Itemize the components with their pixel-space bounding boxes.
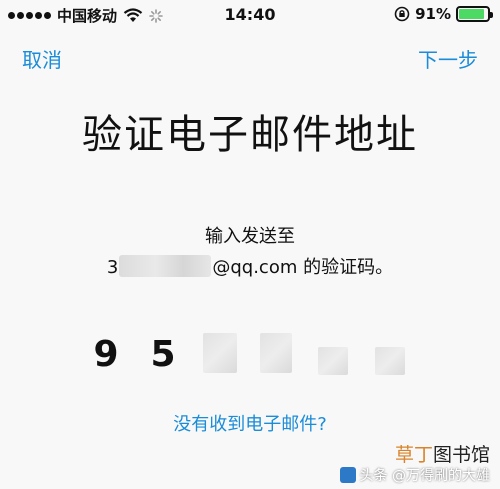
- email-prefix: 3: [106, 257, 119, 278]
- code-digit-6-redacted: [375, 347, 405, 375]
- site-watermark-part2: 图书馆: [432, 444, 490, 466]
- toutiao-logo-icon: [339, 467, 356, 483]
- source-watermark: 头条 @万得刷的大雄: [339, 465, 490, 485]
- battery-fill: [459, 9, 485, 19]
- email-suffix: @qq.com 的验证码。: [212, 257, 394, 278]
- verify-email-screen: 中国移动 14:40 91% 取消 下一步 验证电子邮件地址 输入发送至 3 @…: [0, 0, 500, 489]
- description-line-2: 3 @qq.com 的验证码。: [0, 253, 500, 279]
- status-bar: 中国移动 14:40 91%: [0, 0, 500, 30]
- code-digit-3-redacted: [203, 333, 237, 373]
- status-bar-right: 91%: [394, 5, 493, 23]
- verification-code-field[interactable]: 9 5: [0, 333, 500, 383]
- description-line-1: 输入发送至: [205, 226, 295, 247]
- cancel-button[interactable]: 取消: [22, 44, 62, 73]
- email-redacted-blur: [119, 255, 212, 277]
- lock-rotate-icon: [394, 6, 410, 22]
- code-digit-2: 5: [150, 334, 176, 375]
- code-digit-1: 9: [93, 334, 119, 375]
- code-digit-4-redacted: [260, 333, 292, 373]
- code-digit-5-redacted: [318, 347, 348, 375]
- page-title: 验证电子邮件地址: [82, 112, 418, 158]
- battery-icon: [456, 6, 493, 22]
- next-step-button[interactable]: 下一步: [418, 44, 478, 73]
- source-watermark-text: 头条 @万得刷的大雄: [359, 468, 490, 484]
- site-watermark: 草丁图书馆: [395, 440, 490, 467]
- site-watermark-part1: 草丁: [394, 444, 433, 466]
- no-email-received-link[interactable]: 没有收到电子邮件?: [0, 410, 500, 436]
- battery-percent: 91%: [415, 5, 451, 23]
